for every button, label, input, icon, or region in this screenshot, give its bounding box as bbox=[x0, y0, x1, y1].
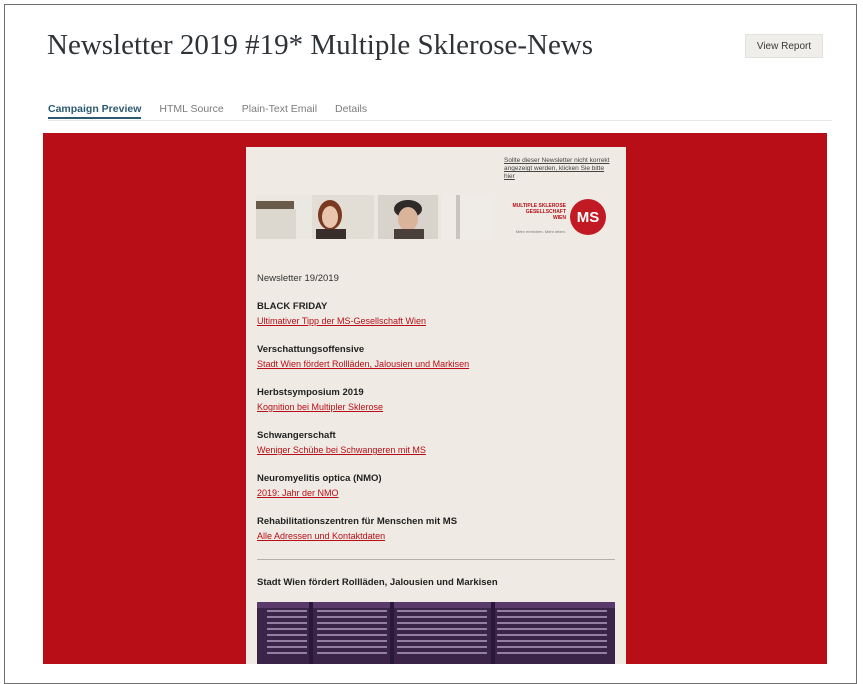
section-link[interactable]: Weniger Schübe bei Schwangeren mit MS bbox=[257, 445, 426, 455]
logo-line-3: WIEN bbox=[552, 215, 566, 221]
article-image bbox=[257, 602, 615, 664]
section-link[interactable]: 2019: Jahr der NMO bbox=[257, 488, 339, 498]
page-title: Newsletter 2019 #19* Multiple Sklerose-N… bbox=[47, 29, 594, 61]
ms-logo: MULTIPLE SKLEROSE GESELLSCHAFT WIEN Mehr… bbox=[502, 197, 606, 237]
logo-text: MULTIPLE SKLEROSE GESELLSCHAFT WIEN bbox=[502, 203, 566, 221]
tab-bar: Campaign Preview HTML Source Plain-Text … bbox=[48, 103, 385, 119]
tab-plain-text-email[interactable]: Plain-Text Email bbox=[242, 103, 317, 119]
tab-campaign-preview[interactable]: Campaign Preview bbox=[48, 103, 142, 119]
section-title: Schwangerschaft bbox=[257, 430, 336, 441]
newsletter-label: Newsletter 19/2019 bbox=[257, 273, 339, 284]
people-photo-image bbox=[256, 195, 493, 239]
section-title: BLACK FRIDAY bbox=[257, 301, 328, 312]
section-link[interactable]: Stadt Wien fördert Rollläden, Jalousien … bbox=[257, 359, 469, 369]
section-link[interactable]: Ultimativer Tipp der MS-Gesellschaft Wie… bbox=[257, 316, 426, 326]
blinds-photo-image bbox=[257, 602, 615, 664]
ms-badge-icon: MS bbox=[570, 199, 606, 235]
logo-tagline: Mehr erreichen. Mehr leben. bbox=[515, 229, 566, 234]
email-preview: Sollte dieser Newsletter nicht korrekt a… bbox=[246, 147, 626, 664]
webview-link[interactable]: Sollte dieser Newsletter nicht korrekt a… bbox=[504, 157, 616, 181]
article-title: Stadt Wien fördert Rollläden, Jalousien … bbox=[257, 577, 498, 588]
section-link[interactable]: Alle Adressen und Kontaktdaten bbox=[257, 531, 385, 541]
section-title: Herbstsymposium 2019 bbox=[257, 387, 364, 398]
view-report-button[interactable]: View Report bbox=[745, 34, 823, 58]
section-divider bbox=[257, 559, 615, 560]
tab-divider bbox=[48, 120, 832, 121]
section-link[interactable]: Kognition bei Multipler Sklerose bbox=[257, 402, 383, 412]
section-title: Rehabilitationszentren für Menschen mit … bbox=[257, 516, 458, 527]
tab-details[interactable]: Details bbox=[335, 103, 367, 119]
tab-html-source[interactable]: HTML Source bbox=[159, 103, 223, 119]
section-title: Neuromyelitis optica (NMO) bbox=[257, 473, 382, 484]
section-title: Verschattungsoffensive bbox=[257, 344, 365, 355]
header-photo bbox=[256, 195, 493, 239]
